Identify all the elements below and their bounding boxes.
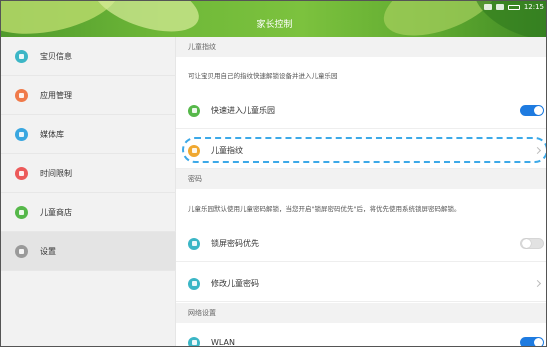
sidebar-item-time-limit[interactable]: 时间限制	[1, 154, 176, 193]
page-title: 家长控制	[256, 20, 293, 30]
quick-enter-label: 快速进入儿童乐园	[211, 106, 275, 115]
wlan-icon	[188, 336, 200, 346]
fingerprint-icon	[188, 144, 200, 157]
change-password-label: 修改儿童密码	[211, 279, 259, 288]
app-window: 12:15 家长控制 宝贝信息 应用管理 媒体库 时间限制 儿童商店 设置 儿童…	[0, 0, 547, 347]
sidebar: 宝贝信息 应用管理 媒体库 时间限制 儿童商店 设置	[1, 37, 176, 346]
change-password-row[interactable]: 修改儿童密码	[176, 266, 546, 302]
sidebar-item-label: 应用管理	[40, 90, 72, 100]
lockscreen-icon	[188, 237, 200, 250]
sidebar-item-label: 媒体库	[40, 129, 64, 139]
sidebar-item-baby-info[interactable]: 宝贝信息	[1, 37, 176, 76]
quick-enter-icon	[188, 104, 200, 117]
sidebar-item-kids-store[interactable]: 儿童商店	[1, 193, 176, 232]
app-header: 12:15 家长控制	[1, 1, 546, 37]
section-header-fingerprint: 儿童指纹	[176, 37, 546, 57]
wifi-icon	[483, 4, 492, 10]
status-time: 12:15	[523, 3, 544, 11]
sidebar-item-settings[interactable]: 设置	[1, 232, 176, 271]
status-bar: 12:15	[483, 3, 544, 11]
fingerprint-description: 可让宝贝用自己的指纹快速解锁设备并进入儿童乐园	[188, 72, 338, 80]
settings-icon	[15, 244, 28, 258]
quick-enter-row[interactable]: 快速进入儿童乐园	[176, 93, 546, 129]
app-manage-icon	[15, 88, 28, 102]
password-description: 儿童乐园默认使用儿童密码解锁，当您开启"锁屏密码优先"后，将优先使用系统锁屏密码…	[188, 205, 461, 213]
quick-enter-toggle[interactable]	[520, 105, 544, 116]
settings-content: 儿童指纹 可让宝贝用自己的指纹快速解锁设备并进入儿童乐园 快速进入儿童乐园 儿童…	[176, 37, 546, 347]
chevron-right-icon	[533, 146, 542, 155]
lockscreen-priority-row[interactable]: 锁屏密码优先	[176, 226, 546, 262]
lockscreen-priority-toggle[interactable]	[520, 238, 544, 249]
media-library-icon	[15, 127, 28, 141]
lockscreen-priority-label: 锁屏密码优先	[211, 239, 259, 248]
sidebar-item-label: 时间限制	[40, 168, 72, 178]
wlan-label: WLAN	[211, 338, 236, 347]
sidebar-item-app-manage[interactable]: 应用管理	[1, 76, 176, 115]
wlan-row[interactable]: WLAN	[176, 325, 546, 347]
kids-fingerprint-label: 儿童指纹	[211, 146, 243, 155]
section-header-password: 密码	[176, 169, 546, 189]
kids-store-icon	[15, 205, 28, 219]
signal-icon	[495, 4, 504, 10]
sidebar-item-label: 宝贝信息	[40, 51, 72, 61]
sidebar-item-label: 儿童商店	[40, 207, 72, 217]
baby-info-icon	[15, 49, 28, 63]
time-limit-icon	[15, 166, 28, 180]
sidebar-item-label: 设置	[40, 246, 56, 256]
chevron-right-icon	[533, 279, 542, 288]
kids-fingerprint-row[interactable]: 儿童指纹	[176, 133, 546, 169]
password-icon	[188, 277, 200, 290]
battery-icon	[507, 4, 520, 10]
wlan-toggle[interactable]	[520, 337, 544, 346]
section-header-network: 网络设置	[176, 303, 546, 323]
sidebar-item-media-library[interactable]: 媒体库	[1, 115, 176, 154]
